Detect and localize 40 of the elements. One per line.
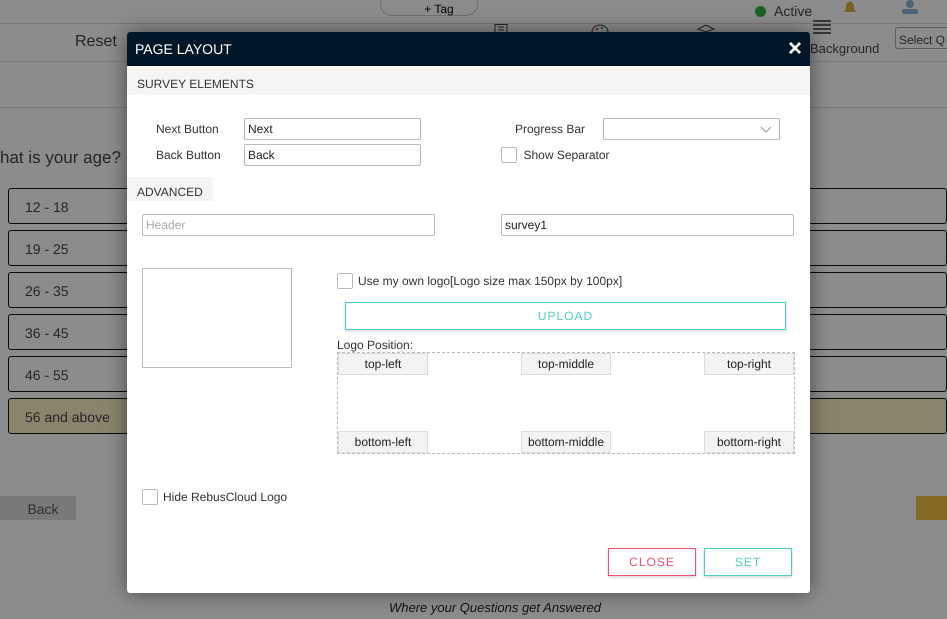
status-label: Active <box>774 2 812 21</box>
modal-title: PAGE LAYOUT <box>135 40 232 58</box>
footer-tagline: Where your Questions get Answered <box>389 599 601 617</box>
checkbox[interactable] <box>142 488 158 504</box>
list-icon[interactable] <box>492 24 510 32</box>
logo-position-button[interactable]: top-middle <box>521 352 611 374</box>
select-field[interactable]: Select Q <box>895 27 947 49</box>
checkbox-label: Show Separator <box>524 147 610 164</box>
status-dot <box>755 6 766 17</box>
background-label[interactable]: Background <box>810 39 880 58</box>
menu-icon[interactable] <box>812 19 832 36</box>
logo-position-button[interactable]: bottom-right <box>704 430 794 452</box>
progress-bar-select[interactable] <box>603 118 780 140</box>
logo-position-button[interactable]: top-left <box>338 352 428 374</box>
input-field[interactable]: survey1 <box>501 214 794 236</box>
section-heading: SURVEY ELEMENTS <box>127 68 810 95</box>
next-button[interactable] <box>916 496 947 520</box>
field-label: Progress Bar <box>515 121 586 138</box>
question-text: hat is your age? <box>0 148 121 168</box>
checkbox[interactable] <box>501 147 517 163</box>
logo-position-button[interactable]: bottom-middle <box>521 430 611 452</box>
input-field[interactable]: Next <box>244 118 421 140</box>
field-label: Next Button <box>156 121 220 138</box>
field-label: Back Button <box>156 147 222 164</box>
input-field[interactable]: Header <box>142 214 435 236</box>
palette-icon[interactable] <box>590 24 610 32</box>
user-icon[interactable] <box>900 0 920 14</box>
close-button[interactable]: × <box>788 37 802 61</box>
input-field[interactable]: Back <box>244 144 421 166</box>
checkbox-label: Use my own logo[Logo size max 150px by 100px] <box>358 272 622 290</box>
checkbox[interactable] <box>337 272 353 288</box>
reset-label[interactable]: Reset <box>75 30 117 54</box>
logo-position-button[interactable]: top-right <box>704 352 794 374</box>
tag-button[interactable]: + Tag <box>380 0 478 16</box>
checkbox-label: Hide RebusCloud Logo <box>163 488 288 506</box>
logo-position-button[interactable]: bottom-left <box>338 430 428 452</box>
logo-position-label: Logo Position: <box>337 338 414 352</box>
section-heading: ADVANCED <box>127 177 213 201</box>
layers-icon[interactable] <box>696 24 716 32</box>
chevron-down-icon <box>760 126 772 132</box>
